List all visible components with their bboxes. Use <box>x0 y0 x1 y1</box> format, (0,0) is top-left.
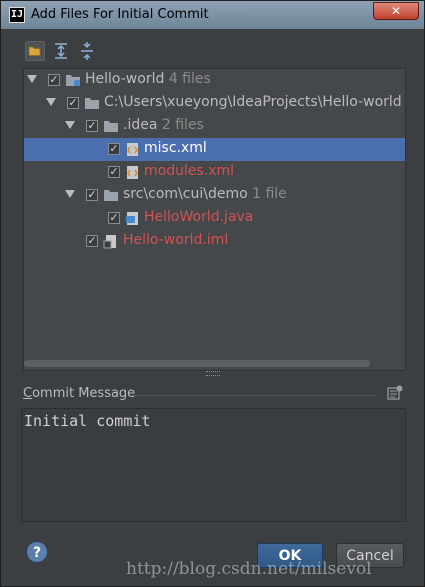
checkbox-checked[interactable]: ✓ <box>48 74 60 86</box>
folder-icon <box>85 98 99 109</box>
tree-label-idea: .idea 2 files <box>123 117 204 133</box>
collapse-all-button[interactable] <box>77 41 97 61</box>
commit-message-label: Commit Message <box>23 386 136 401</box>
tree-label-misc-xml: misc.xml <box>144 140 207 156</box>
checkbox-checked[interactable]: ✓ <box>86 189 98 201</box>
close-button[interactable]: ✕ <box>373 2 419 20</box>
tree-label-project-path: C:\Users\xueyong\IdeaProjects\Hello-worl… <box>104 94 402 110</box>
tree-row-idea[interactable]: ✓ .idea 2 files <box>24 115 405 138</box>
title-bar[interactable]: IJ Add Files For Initial Commit ✕ <box>1 1 424 29</box>
commit-message-input[interactable]: Initial commit <box>21 408 406 522</box>
checkbox-checked[interactable]: ✓ <box>108 212 120 224</box>
tree-row-helloworld-java[interactable]: ✓ HelloWorld.java <box>24 207 405 230</box>
folder-icon <box>104 121 118 132</box>
expand-arrow-icon[interactable] <box>65 121 75 129</box>
commit-message-text[interactable]: Initial commit <box>24 412 150 430</box>
tree-row-root[interactable]: ✓ Hello-world 4 files <box>24 69 405 92</box>
help-button[interactable]: ? <box>26 541 48 563</box>
xml-file-icon <box>127 143 138 156</box>
folder-icon <box>104 190 118 201</box>
expand-arrow-icon[interactable] <box>46 98 56 106</box>
add-files-dialog: IJ Add Files For Initial Commit ✕ ✓ Hell… <box>0 0 425 587</box>
expand-arrow-icon[interactable] <box>65 190 75 198</box>
separator-line <box>134 395 377 396</box>
checkbox-checked[interactable]: ✓ <box>86 235 98 247</box>
module-folder-icon <box>66 75 80 86</box>
intellij-app-icon: IJ <box>9 7 25 23</box>
dialog-title: Add Files For Initial Commit <box>31 7 209 22</box>
tree-row-src[interactable]: ✓ src\com\cui\demo 1 file <box>24 184 405 207</box>
tree-row-modules-xml[interactable]: ✓ modules.xml <box>24 161 405 184</box>
changes-tree[interactable]: ✓ Hello-world 4 files ✓ C:\Users\xueyong… <box>23 68 406 371</box>
collapse-all-icon <box>81 42 93 60</box>
tree-row-iml[interactable]: ✓ Hello-world.iml <box>24 230 405 253</box>
expand-all-button[interactable] <box>51 41 71 61</box>
tree-label-src: src\com\cui\demo 1 file <box>123 186 287 202</box>
tree-label-modules-xml: modules.xml <box>144 163 235 179</box>
commit-history-icon[interactable] <box>387 385 403 401</box>
folder-icon <box>28 46 41 56</box>
expand-arrow-icon[interactable] <box>27 75 37 83</box>
tree-row-project-path[interactable]: ✓ C:\Users\xueyong\IdeaProjects\Hello-wo… <box>24 92 405 115</box>
xml-file-icon <box>127 166 138 179</box>
watermark-text: http://blog.csdn.net/milsevol <box>126 559 372 579</box>
checkbox-checked[interactable]: ✓ <box>67 97 79 109</box>
iml-file-icon <box>103 235 116 249</box>
java-class-icon <box>126 212 138 225</box>
show-directories-button[interactable] <box>25 41 45 61</box>
checkbox-checked[interactable]: ✓ <box>108 166 120 178</box>
tree-row-misc-xml[interactable]: ✓ misc.xml <box>24 138 405 161</box>
checkbox-checked[interactable]: ✓ <box>86 120 98 132</box>
expand-all-icon <box>55 43 67 59</box>
tree-label-root: Hello-world 4 files <box>85 71 211 87</box>
horizontal-scrollbar[interactable] <box>24 360 370 367</box>
checkbox-checked[interactable]: ✓ <box>108 143 120 155</box>
tree-label-iml: Hello-world.iml <box>123 232 229 248</box>
tree-label-helloworld-java: HelloWorld.java <box>144 209 254 225</box>
splitter-grip[interactable] <box>206 371 220 376</box>
